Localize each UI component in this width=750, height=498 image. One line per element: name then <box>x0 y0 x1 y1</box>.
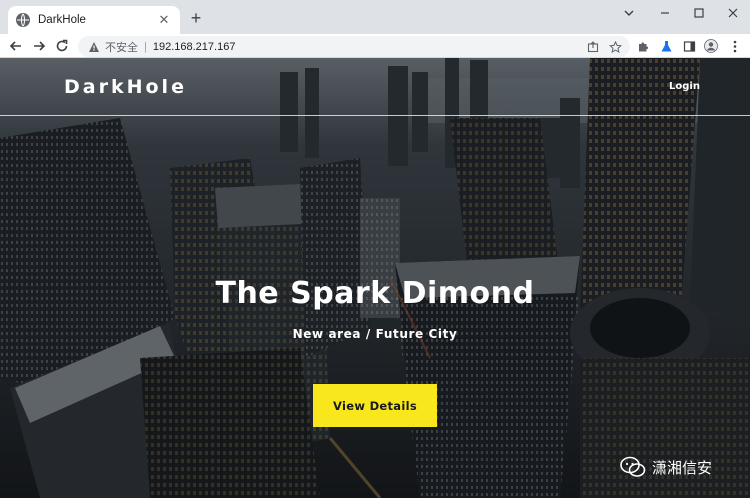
side-panel-icon[interactable] <box>682 39 696 53</box>
hero-subtitle: New area / Future City <box>292 327 458 341</box>
browser-toolbar: 不安全 | 192.168.217.167 <box>0 34 750 58</box>
security-label[interactable]: 不安全 <box>105 39 138 55</box>
wechat-icon <box>620 456 646 477</box>
tab-title: DarkHole <box>38 14 86 26</box>
window-close-icon[interactable] <box>716 0 750 26</box>
tab-strip: DarkHole ✕ + <box>0 0 750 34</box>
minimize-icon[interactable] <box>648 0 682 26</box>
arrow-left-icon[interactable] <box>6 36 26 56</box>
site-brand[interactable]: DarkHole <box>64 76 187 98</box>
nav-divider <box>0 115 750 116</box>
plus-icon[interactable]: + <box>186 8 206 28</box>
hero-title: The Spark Dimond <box>215 276 535 311</box>
star-icon[interactable] <box>608 40 622 54</box>
globe-icon <box>16 13 30 27</box>
view-details-button[interactable]: View Details <box>313 384 437 427</box>
login-link[interactable]: Login <box>669 81 700 92</box>
url-text[interactable]: 192.168.217.167 <box>153 41 236 53</box>
puzzle-icon[interactable] <box>636 39 650 53</box>
watermark-text: 潇湘信安 <box>652 458 713 477</box>
page-viewport: DarkHole Login The Spark Dimond New area… <box>0 58 750 498</box>
arrow-right-icon[interactable] <box>29 36 49 56</box>
chevron-down-icon[interactable] <box>612 0 646 26</box>
flask-icon[interactable] <box>659 39 673 53</box>
warning-icon[interactable] <box>88 41 100 53</box>
share-icon[interactable] <box>586 40 600 54</box>
address-bar[interactable]: 不安全 | 192.168.217.167 <box>78 36 630 57</box>
close-icon[interactable]: ✕ <box>156 12 172 28</box>
maximize-icon[interactable] <box>682 0 716 26</box>
profile-icon[interactable] <box>704 39 718 53</box>
kebab-menu-icon[interactable] <box>728 39 742 53</box>
address-separator: | <box>144 40 147 53</box>
reload-icon[interactable] <box>52 36 72 56</box>
tab-darkhole[interactable]: DarkHole ✕ <box>8 6 180 34</box>
watermark: 潇湘信安 <box>620 456 712 478</box>
